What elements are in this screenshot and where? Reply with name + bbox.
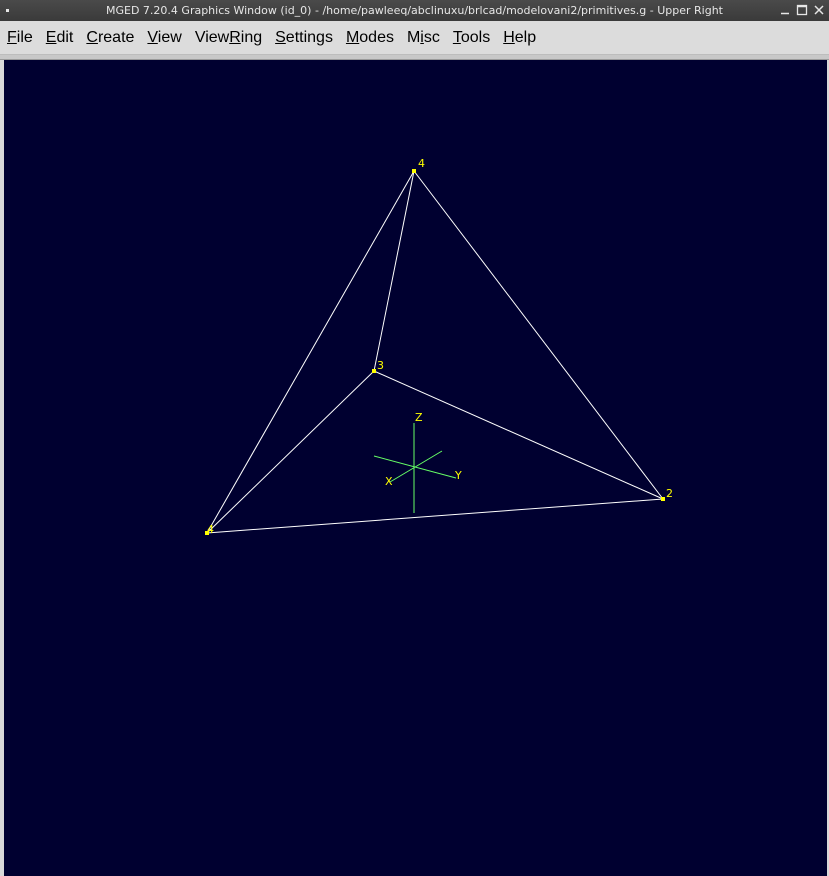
edge-4-4 [206,170,415,534]
axis-label-y: Y [454,469,462,482]
minimize-icon[interactable] [779,4,791,16]
menu-view[interactable]: View [143,29,185,47]
axes-icon [373,423,457,513]
menu-settings[interactable]: Settings [271,29,337,47]
maximize-icon[interactable] [796,4,808,16]
menu-bar: File Edit Create View ViewRing Settings … [0,21,829,55]
window-title: MGED 7.20.4 Graphics Window (id_0) - /ho… [106,4,723,17]
close-icon[interactable] [813,4,825,16]
menu-viewring[interactable]: ViewRing [191,29,266,47]
vertex-label-4-left: 4 [207,523,214,536]
vertex-label-2: 2 [666,487,673,500]
graphics-viewport[interactable]: 4 3 2 4 Z Y X [4,60,827,876]
edge-3-2 [373,370,664,500]
menu-misc[interactable]: Misc [403,29,444,47]
menu-help[interactable]: Help [499,29,540,47]
vertex-label-4-top: 4 [418,157,425,170]
edge-4-2-base [206,498,664,534]
menu-create[interactable]: Create [82,29,138,47]
axis-label-x: X [385,475,393,488]
vertex-marker-2 [661,497,665,501]
title-bar[interactable]: MGED 7.20.4 Graphics Window (id_0) - /ho… [0,0,829,21]
mged-graphics-window: MGED 7.20.4 Graphics Window (id_0) - /ho… [0,0,829,876]
vertex-markers [205,169,665,535]
menu-edit[interactable]: Edit [42,29,78,47]
vertex-label-3: 3 [377,359,384,372]
menu-file[interactable]: File [3,29,37,47]
edge-4-2 [413,170,664,500]
menu-modes[interactable]: Modes [342,29,398,47]
x-axis [389,450,443,483]
wireframe-canvas[interactable]: 4 3 2 4 Z Y X [4,60,827,876]
vertex-marker-4-top [412,169,416,173]
menu-tools[interactable]: Tools [449,29,494,47]
vertex-marker-3 [372,369,376,373]
tetrahedron-wireframe [206,170,664,534]
edge-3-4 [206,370,375,534]
edge-4-3 [373,170,415,372]
axis-label-z: Z [415,411,423,424]
